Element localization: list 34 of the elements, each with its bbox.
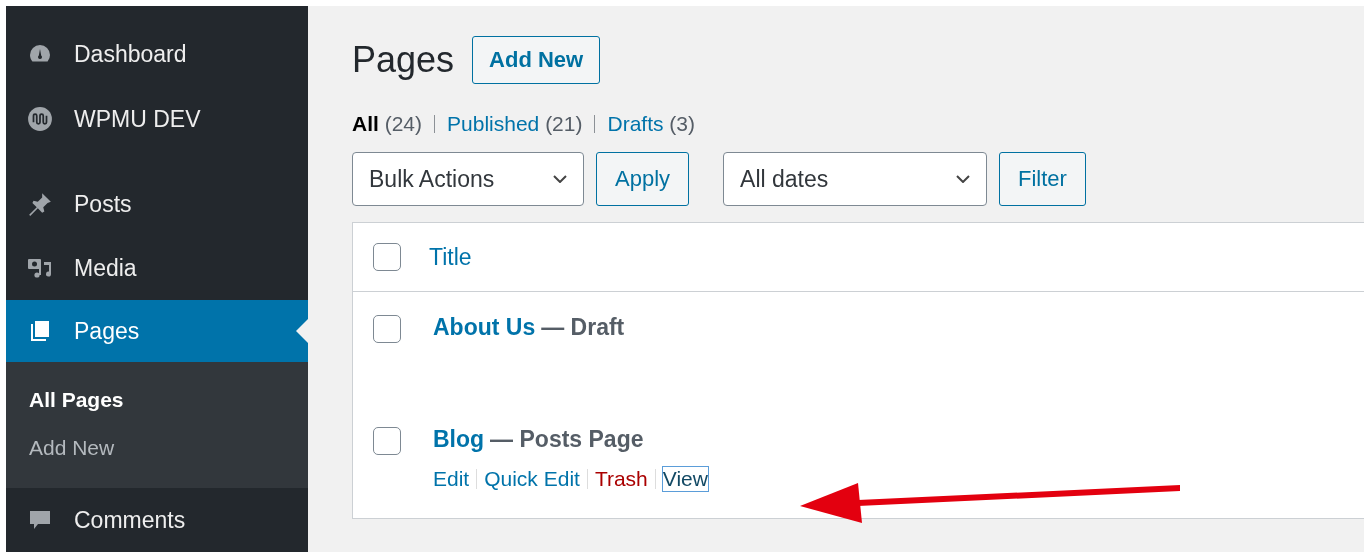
menu-item[interactable]: Media [6,236,308,300]
filter-button[interactable]: Filter [999,152,1086,206]
chevron-down-icon [553,175,567,183]
view-filter-link[interactable]: Drafts (3) [607,112,695,136]
menu-item[interactable]: WPMU DEV [6,86,308,152]
page-state-label: — Posts Page [490,426,644,453]
page-title: Pages [352,39,455,81]
column-header-link[interactable]: Title [429,243,472,271]
checkbox[interactable] [373,315,401,343]
camera-music-icon [26,256,54,280]
submenu-item[interactable]: All Pages [6,376,308,424]
chevron-down-icon [956,175,971,183]
row-action-link[interactable]: Quick Edit [484,467,580,491]
view-filter-link[interactable]: All (24) [352,112,423,136]
page-title-link[interactable]: Blog [433,426,485,453]
row-action-link[interactable]: Edit [433,467,470,491]
wave-circle-icon [26,106,54,132]
checkbox[interactable] [373,243,401,271]
page-state-label: — Draft [541,314,625,341]
apply-button[interactable]: Apply [596,152,690,206]
submenu-item[interactable]: Add New [6,424,308,472]
add-new-button[interactable]: Add New [472,36,601,84]
checkbox[interactable] [373,427,401,455]
row-action-link[interactable]: View [662,467,708,491]
row-action-link[interactable]: Trash [594,467,648,491]
menu-item[interactable]: Dashboard [6,22,308,86]
dropdown[interactable]: All dates [723,152,988,206]
page-title-link[interactable]: About Us [433,314,536,341]
pushpin-icon [26,191,54,217]
menu-item[interactable]: Pages [6,300,308,362]
dropdown[interactable]: Bulk Actions [352,152,584,206]
menu-item[interactable]: Comments [6,488,308,552]
menu-item[interactable]: Posts [6,172,308,236]
view-filter-link[interactable]: Published (21) [447,112,583,136]
